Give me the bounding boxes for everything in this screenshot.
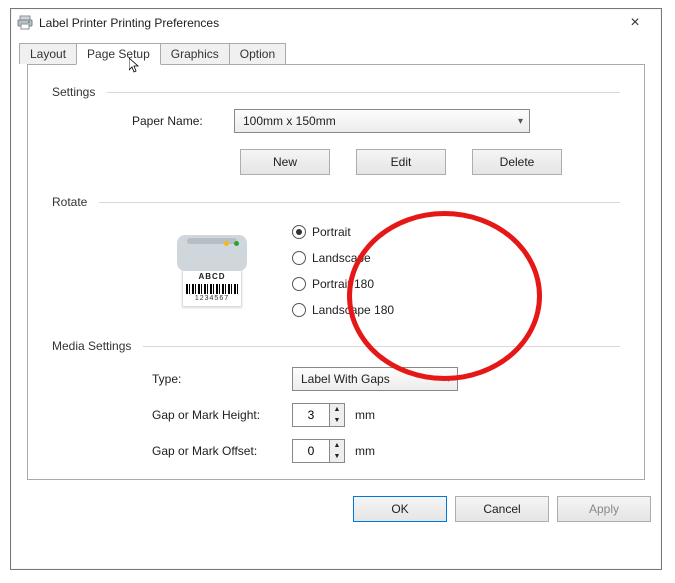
radio-label: Portrait 180 xyxy=(312,277,374,291)
tab-page-setup[interactable]: Page Setup xyxy=(76,43,161,65)
orientation-radio-group: Portrait Landscape Portrait 180 Landscap… xyxy=(292,225,394,317)
preview-text: ABCD xyxy=(186,273,238,281)
apply-button[interactable]: Apply xyxy=(557,496,651,522)
new-button[interactable]: New xyxy=(240,149,330,175)
radio-portrait[interactable]: Portrait xyxy=(292,225,394,239)
gap-height-row: Gap or Mark Height: ▲ ▼ mm xyxy=(152,403,620,427)
gap-offset-label: Gap or Mark Offset: xyxy=(152,444,292,458)
spinner-down-icon[interactable]: ▼ xyxy=(330,415,344,426)
radio-landscape-180[interactable]: Landscape 180 xyxy=(292,303,394,317)
ok-button[interactable]: OK xyxy=(353,496,447,522)
chevron-down-icon: ▾ xyxy=(518,116,523,127)
preview-numbers: 1234567 xyxy=(186,295,238,302)
radio-landscape[interactable]: Landscape xyxy=(292,251,394,265)
section-header-rotate: Rotate xyxy=(52,195,620,209)
spinner-up-icon[interactable]: ▲ xyxy=(330,440,344,451)
printer-icon xyxy=(17,15,33,31)
spinner-up-icon[interactable]: ▲ xyxy=(330,404,344,415)
radio-dot-icon xyxy=(292,251,306,265)
radio-label: Landscape xyxy=(312,251,371,265)
radio-dot-icon xyxy=(292,225,306,239)
tabs-container: Layout Page Setup Graphics Option Settin… xyxy=(11,37,661,488)
paper-button-row: New Edit Delete xyxy=(52,149,620,175)
spinner-arrows[interactable]: ▲ ▼ xyxy=(329,404,344,426)
paper-name-select[interactable]: 100mm x 150mm ▾ xyxy=(234,109,530,133)
tab-layout[interactable]: Layout xyxy=(19,43,77,64)
paper-name-row: Paper Name: 100mm x 150mm ▾ xyxy=(52,109,620,133)
titlebar: Label Printer Printing Preferences × xyxy=(11,9,661,37)
tab-label: Page Setup xyxy=(87,47,150,61)
media-type-label: Type: xyxy=(152,372,292,386)
media-type-select[interactable]: Label With Gaps ▾ xyxy=(292,367,458,391)
close-button[interactable]: × xyxy=(615,14,655,32)
delete-button[interactable]: Delete xyxy=(472,149,562,175)
section-header-settings: Settings xyxy=(52,85,620,99)
gap-offset-value[interactable] xyxy=(293,440,329,462)
radio-label: Portrait xyxy=(312,225,351,239)
printing-preferences-dialog: Label Printer Printing Preferences × Lay… xyxy=(10,8,662,570)
printer-body xyxy=(177,235,247,271)
rotate-block: ABCD 1234567 Portrait Landscape xyxy=(52,225,620,317)
gap-height-input[interactable]: ▲ ▼ xyxy=(292,403,345,427)
dialog-button-bar: OK Cancel Apply xyxy=(11,488,661,532)
media-settings-label: Media Settings xyxy=(52,339,131,353)
chevron-down-icon: ▾ xyxy=(446,374,451,385)
printer-preview: ABCD 1234567 xyxy=(172,235,252,307)
divider xyxy=(99,202,620,203)
barcode-icon xyxy=(186,284,238,294)
spinner-arrows[interactable]: ▲ ▼ xyxy=(329,440,344,462)
section-header-media: Media Settings xyxy=(52,339,620,353)
tabs: Layout Page Setup Graphics Option xyxy=(19,43,653,64)
window-title: Label Printer Printing Preferences xyxy=(39,16,615,30)
edit-button[interactable]: Edit xyxy=(356,149,446,175)
divider xyxy=(143,346,620,347)
gap-height-label: Gap or Mark Height: xyxy=(152,408,292,422)
media-type-value: Label With Gaps xyxy=(301,372,390,386)
radio-portrait-180[interactable]: Portrait 180 xyxy=(292,277,394,291)
led-green-icon xyxy=(234,241,239,246)
media-rows: Type: Label With Gaps ▾ Gap or Mark Heig… xyxy=(52,367,620,463)
led-amber-icon xyxy=(224,241,229,246)
radio-dot-icon xyxy=(292,277,306,291)
tab-graphics[interactable]: Graphics xyxy=(160,43,230,64)
radio-dot-icon xyxy=(292,303,306,317)
unit-label: mm xyxy=(355,444,375,458)
page-setup-panel: Settings Paper Name: 100mm x 150mm ▾ New… xyxy=(27,64,645,480)
cancel-button[interactable]: Cancel xyxy=(455,496,549,522)
gap-offset-row: Gap or Mark Offset: ▲ ▼ mm xyxy=(152,439,620,463)
tab-option[interactable]: Option xyxy=(229,43,286,64)
media-type-row: Type: Label With Gaps ▾ xyxy=(152,367,620,391)
gap-height-value[interactable] xyxy=(293,404,329,426)
radio-label: Landscape 180 xyxy=(312,303,394,317)
paper-name-label: Paper Name: xyxy=(132,114,222,128)
settings-label: Settings xyxy=(52,85,95,99)
gap-offset-input[interactable]: ▲ ▼ xyxy=(292,439,345,463)
unit-label: mm xyxy=(355,408,375,422)
rotate-label: Rotate xyxy=(52,195,87,209)
spinner-down-icon[interactable]: ▼ xyxy=(330,451,344,462)
label-preview: ABCD 1234567 xyxy=(182,269,242,307)
paper-name-value: 100mm x 150mm xyxy=(243,114,336,128)
divider xyxy=(107,92,620,93)
